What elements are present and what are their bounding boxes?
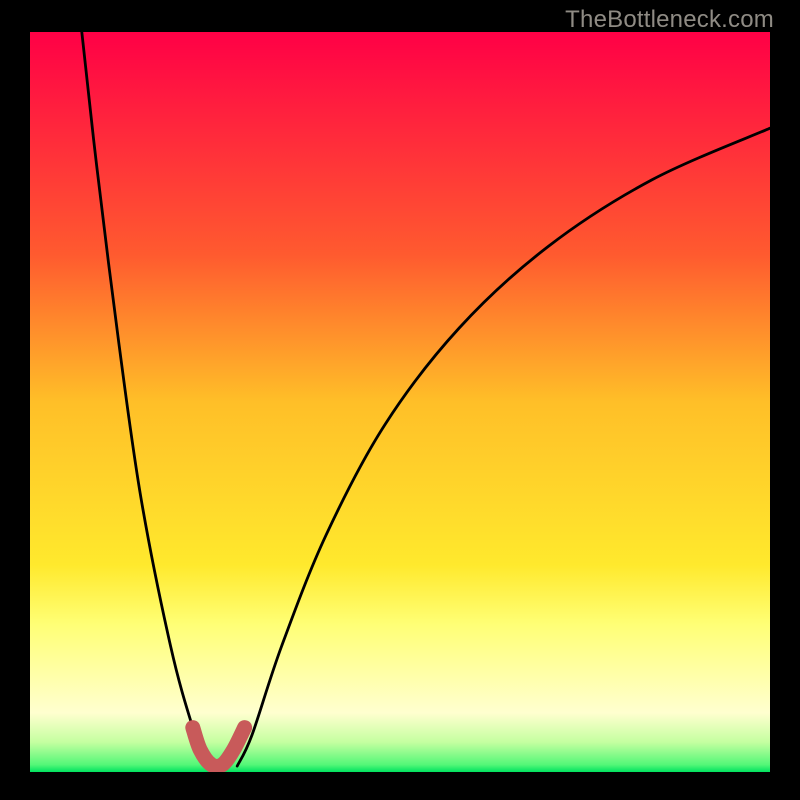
chart-frame: [30, 32, 770, 772]
watermark-text: TheBottleneck.com: [565, 6, 774, 34]
bottleneck-curve-chart: [30, 32, 770, 772]
